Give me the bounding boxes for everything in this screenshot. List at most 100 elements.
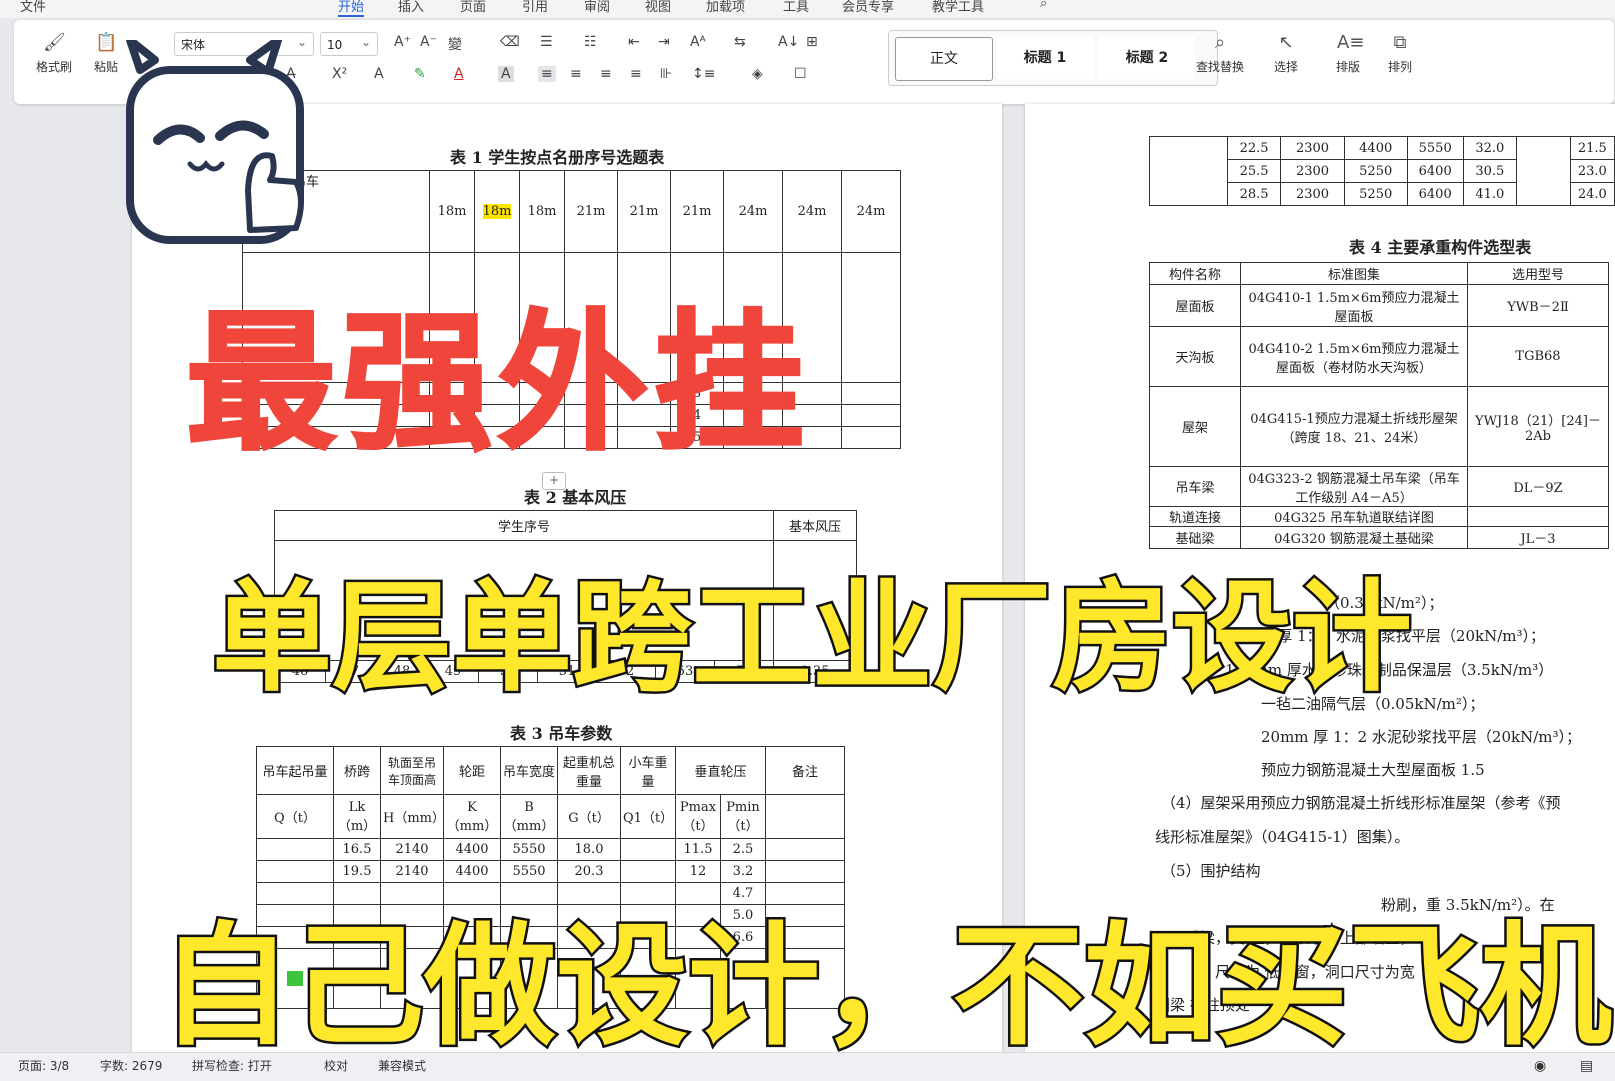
table4-cell: 吊车梁: [1149, 466, 1241, 507]
table2-header-wind: 基本风压: [773, 510, 857, 541]
table4-cell: 屋面板: [1149, 284, 1241, 327]
select-button[interactable]: ↖ 选择: [1264, 32, 1308, 75]
table-cell: 6400: [1406, 159, 1464, 183]
border-icon[interactable]: ☐: [794, 66, 807, 82]
outdent-icon[interactable]: ⇤: [628, 34, 640, 50]
table3-unit: Pmax（t）: [675, 794, 721, 839]
table-cell: 2300: [1280, 182, 1345, 206]
table3-header: 桥跨: [333, 746, 381, 795]
bullet-list-icon[interactable]: ☰: [540, 34, 553, 50]
arrange-icon: ⧉: [1393, 32, 1407, 53]
status-spell[interactable]: 拼写检查: 打开: [192, 1053, 272, 1079]
cursor-icon: ↖: [1278, 32, 1294, 53]
table4-cell: 04G410-1 1.5m×6m预应力混凝土屋面板: [1240, 284, 1468, 327]
table3-cell: 16.5: [333, 838, 381, 861]
superscript-icon[interactable]: X²: [332, 66, 347, 82]
menu-file[interactable]: 文件: [20, 0, 46, 15]
table4-cell: 天沟板: [1149, 326, 1241, 387]
body-line: 预应力钢筋混凝土大型屋面板 1.5: [1261, 761, 1485, 779]
table1-span: 18m: [519, 170, 565, 253]
table3-unit: K（mm）: [443, 794, 501, 839]
sort-icon[interactable]: A↓: [778, 34, 799, 50]
shrink-font-icon[interactable]: A⁻: [420, 34, 437, 50]
body-line: （4）屋架采用预应力钢筋混凝土折线形标准屋架（参考《预: [1161, 794, 1561, 812]
format-painter-button[interactable]: 🖌 格式刷: [32, 32, 76, 75]
table1-span: 24m: [723, 170, 783, 253]
search-icon[interactable]: ⌕: [1040, 0, 1047, 11]
arrange-button[interactable]: ⧉ 排列: [1378, 32, 1422, 75]
highlight-icon[interactable]: ✎: [414, 66, 426, 82]
numbered-list-icon[interactable]: ☷: [584, 34, 597, 50]
swap-icon[interactable]: ⇆: [734, 34, 746, 50]
font-color-icon[interactable]: A: [454, 66, 464, 82]
headline-yellow-1: 单层单跨工业厂房设计: [210, 567, 1415, 711]
body-line: 线形标准屋架》（04G415-1）图集）。: [1155, 828, 1410, 846]
menu-home[interactable]: 开始: [338, 0, 365, 17]
table1-span: 21m: [564, 170, 618, 253]
table3-header: 轨面至吊车顶面高: [380, 746, 444, 795]
status-page[interactable]: 页面: 3/8: [18, 1053, 69, 1079]
align-right-icon[interactable]: ≡: [600, 66, 612, 82]
table3-header: 备注: [765, 746, 845, 795]
table-cell: 6400: [1406, 182, 1464, 206]
menu-tools[interactable]: 工具: [783, 0, 809, 15]
phonetic-icon[interactable]: 變: [448, 34, 462, 54]
table4-cell: YWB－2Ⅱ: [1467, 284, 1609, 327]
table4-header: 选用型号: [1467, 262, 1609, 285]
table4-header: 构件名称: [1149, 262, 1241, 285]
table3-caption: 表 3 吊车参数: [510, 724, 613, 743]
style-normal[interactable]: 正文: [895, 37, 993, 81]
menu-bar: 文件 开始 插入 页面 引用 审阅 视图 加载项 工具 会员专享 教学工具 ⌕: [0, 0, 1615, 18]
distribute-icon[interactable]: ⊪: [660, 66, 672, 82]
clear-format-icon[interactable]: ⌫: [500, 34, 520, 50]
menu-review[interactable]: 审阅: [584, 0, 610, 15]
menu-teaching[interactable]: 教学工具: [932, 0, 984, 15]
style-heading1[interactable]: 标题 1: [997, 37, 1093, 79]
table4: 构件名称 标准图集 选用型号 屋面板 04G410-1 1.5m×6m预应力混凝土…: [1149, 262, 1609, 549]
layout-button[interactable]: A≡ 排版: [1326, 32, 1370, 75]
table2-header-student: 学生序号: [274, 510, 774, 541]
table4-caption: 表 4 主要承重构件选型表: [1349, 238, 1532, 257]
menu-page[interactable]: 页面: [460, 0, 486, 15]
menu-reference[interactable]: 引用: [522, 0, 548, 15]
table3-unit: Lk（m）: [333, 794, 381, 839]
table3-header: 吊车宽度: [500, 746, 558, 795]
table3-header: 轮距: [443, 746, 501, 795]
char-shading-icon[interactable]: A: [498, 66, 514, 82]
align-center-icon[interactable]: ≡: [570, 66, 582, 82]
page-view-icon[interactable]: ▤: [1580, 1053, 1593, 1079]
text-effect-icon[interactable]: A: [374, 66, 384, 82]
font-size-select[interactable]: 10: [320, 30, 378, 56]
table3-unit: Pmin（t）: [720, 794, 766, 839]
indent-icon[interactable]: ⇥: [658, 34, 670, 50]
eye-icon[interactable]: ◉: [1534, 1053, 1546, 1079]
headline-red: 最强外挂: [184, 296, 811, 473]
style-heading2[interactable]: 标题 2: [1099, 37, 1195, 79]
menu-view[interactable]: 视图: [645, 0, 671, 15]
mascot-sticker: [126, 40, 304, 244]
table-icon[interactable]: ⊞: [806, 34, 818, 50]
table-cell: 23.0: [1569, 159, 1615, 183]
menu-addins[interactable]: 加载项: [706, 0, 745, 15]
menu-insert[interactable]: 插入: [398, 0, 424, 15]
magnifier-icon: ⌕: [1214, 32, 1226, 53]
table3-cell: 11.5: [675, 838, 721, 861]
table3-cell: 5550: [500, 838, 558, 861]
menu-member[interactable]: 会员专享: [842, 0, 894, 15]
shading-icon[interactable]: ◈: [752, 66, 763, 82]
table-cell: 2300: [1280, 159, 1345, 183]
table3-unit: Q（t）: [256, 794, 334, 839]
status-proof[interactable]: 校对: [324, 1053, 348, 1079]
justify-icon[interactable]: ≡: [630, 66, 642, 82]
table-cell: 25.5: [1226, 159, 1282, 183]
line-spacing-icon[interactable]: ↕≡: [692, 66, 715, 82]
status-bar: 页面: 3/8 字数: 2679 拼写检查: 打开 校对 兼容模式 ◉ ▤: [0, 1052, 1615, 1081]
find-replace-button[interactable]: ⌕ 查找替换: [1186, 32, 1254, 75]
table4-cell: 04G410-2 1.5m×6m预应力混凝土屋面板（卷材防水天沟板）: [1240, 326, 1468, 387]
text-direction-icon[interactable]: Aᴬ: [690, 34, 706, 50]
status-words[interactable]: 字数: 2679: [100, 1053, 162, 1079]
align-left-icon[interactable]: ≡: [538, 66, 556, 82]
grow-font-icon[interactable]: A⁺: [394, 34, 411, 50]
table1-span: 24m: [841, 170, 901, 253]
table4-cell: 轨道连接: [1149, 506, 1241, 527]
